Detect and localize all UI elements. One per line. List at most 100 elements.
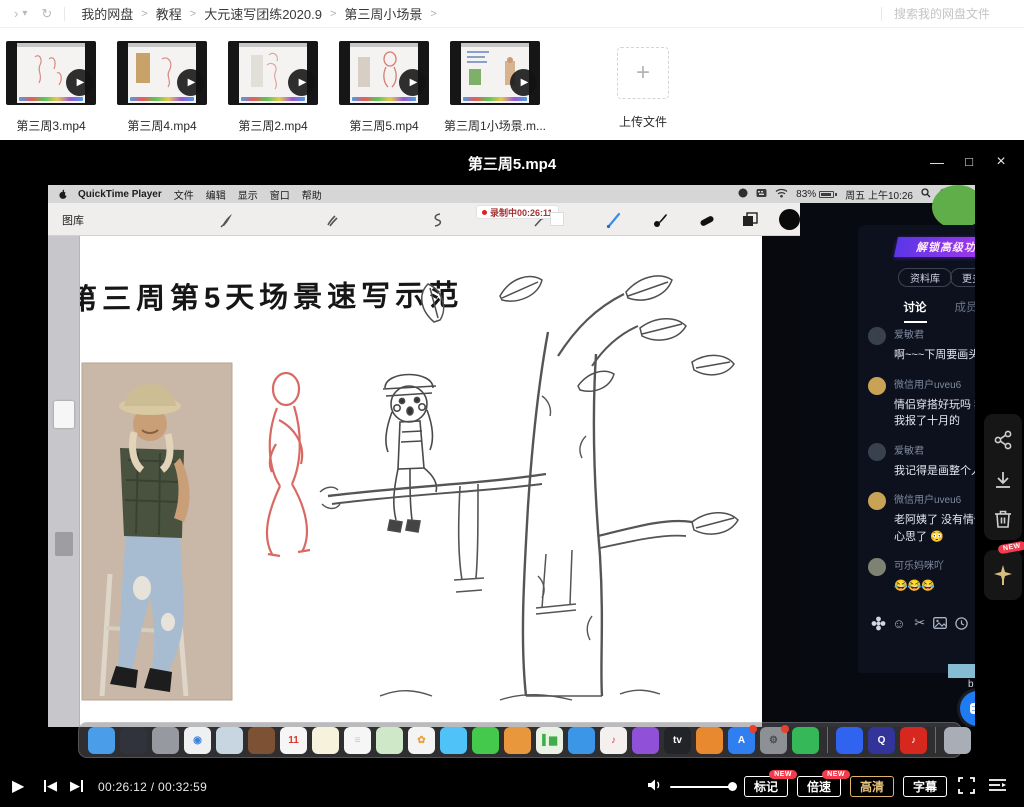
dock-numbers-icon[interactable]: ▌▆ (536, 727, 563, 754)
maximize-button[interactable]: □ (956, 150, 982, 174)
search-input[interactable] (894, 7, 1014, 21)
message-username[interactable]: 爱敏君 (894, 443, 975, 461)
squiggle-tool-icon[interactable] (426, 210, 448, 230)
breadcrumb-item-root[interactable]: 我的网盘 (81, 4, 133, 23)
subtitle-button[interactable]: 字幕 (903, 776, 947, 797)
dock-preview-icon[interactable] (216, 727, 243, 754)
forward-icon[interactable]: › (14, 6, 18, 21)
image-icon[interactable] (932, 615, 948, 631)
play-overlay-icon[interactable]: ▶ (177, 69, 204, 96)
ink-pen-tool-icon[interactable] (649, 210, 671, 230)
bell-icon[interactable] (974, 615, 975, 631)
plugin-flower-icon[interactable] (870, 615, 886, 631)
play-overlay-icon[interactable]: ▶ (399, 69, 426, 96)
avatar[interactable] (868, 558, 886, 576)
spotlight-icon[interactable] (921, 188, 931, 201)
dock-reminders-icon[interactable]: ≡ (344, 727, 371, 754)
file-item[interactable]: ▶ 第三周2.mp4 (228, 41, 318, 140)
scroll-handle[interactable] (948, 664, 975, 678)
dock-maps-icon[interactable] (376, 727, 403, 754)
premium-banner[interactable]: 解锁高级功能 (894, 237, 975, 257)
gallery-button[interactable]: 图库 (62, 212, 84, 228)
dock-music-icon[interactable]: ♪ (600, 727, 627, 754)
breadcrumb-item-1[interactable]: 教程 (156, 4, 182, 23)
message-username[interactable]: 爱敏君 (894, 327, 975, 345)
download-icon[interactable] (991, 468, 1015, 492)
tab-members[interactable]: 成员 (955, 299, 976, 323)
next-button[interactable]: ▶ (70, 778, 83, 794)
file-item[interactable]: ▶ 第三周3.mp4 (6, 41, 96, 140)
dock-podcasts-icon[interactable] (632, 727, 659, 754)
message-username[interactable]: 微信用户uveu6 (894, 377, 975, 395)
dock-messages-icon[interactable] (440, 727, 467, 754)
dock-system-preferences-icon[interactable]: ⚙ (760, 727, 787, 754)
file-name[interactable]: 第三周3.mp4 (16, 117, 85, 134)
drawing-canvas[interactable]: 第三周第5天场景速写示范 (80, 236, 762, 727)
dock-facetime-icon[interactable] (472, 727, 499, 754)
video-thumbnail[interactable]: ▶ (228, 41, 318, 105)
menu-view[interactable]: 显示 (238, 187, 258, 202)
close-button[interactable]: × (988, 150, 1014, 174)
volume-slider[interactable] (670, 786, 732, 788)
pen-tool-icon[interactable] (216, 210, 238, 230)
history-clock-icon[interactable] (953, 615, 969, 631)
dock-pages-icon[interactable] (504, 727, 531, 754)
minimize-button[interactable]: — (924, 150, 950, 174)
caret-down-icon[interactable]: ▾ (22, 8, 27, 19)
mark-button[interactable]: 标记NEW (744, 776, 788, 797)
status-circle-icon[interactable] (738, 188, 748, 201)
dock-trash-icon[interactable] (944, 727, 971, 754)
strip-thumbnail[interactable] (55, 532, 73, 556)
emoji-icon[interactable]: ☺ (891, 615, 907, 631)
playlist-icon[interactable] (988, 777, 1007, 798)
volume-slider-handle[interactable] (728, 782, 737, 791)
highlighter-tool-icon[interactable] (321, 210, 343, 230)
avatar[interactable] (868, 492, 886, 510)
dock-quicktime-icon[interactable]: Q (868, 727, 895, 754)
speed-button[interactable]: 倍速NEW (797, 776, 841, 797)
dock-safari-icon[interactable]: ◉ (184, 727, 211, 754)
file-item[interactable]: ▶ 第三周4.mp4 (117, 41, 207, 140)
menu-help[interactable]: 帮助 (302, 187, 322, 202)
share-icon[interactable] (991, 428, 1015, 452)
file-name[interactable]: 第三周1小场景.m... (444, 117, 546, 134)
scissors-icon[interactable]: ✂ (912, 615, 928, 631)
file-name[interactable]: 第三周5.mp4 (349, 117, 418, 134)
brush-tool-icon[interactable] (603, 210, 625, 230)
dock-photos-icon[interactable]: ✿ (408, 727, 435, 754)
shapes-tool-icon[interactable] (739, 210, 761, 230)
library-button[interactable]: 资料库 (898, 268, 952, 287)
previous-button[interactable]: ◀ (44, 778, 57, 794)
video-thumbnail[interactable]: ▶ (450, 41, 540, 105)
dock-siri-icon[interactable] (120, 727, 147, 754)
refresh-icon[interactable]: ↻ (41, 6, 52, 22)
menu-window[interactable]: 窗口 (270, 187, 290, 202)
breadcrumb-item-3[interactable]: 第三周小场景 (344, 4, 422, 23)
strip-thumbnail[interactable] (54, 401, 74, 428)
wifi-icon[interactable] (775, 188, 788, 201)
volume-icon[interactable] (646, 777, 664, 798)
message-username[interactable]: 微信用户uveu6 (894, 492, 975, 510)
dock-app-store-icon[interactable]: A (728, 727, 755, 754)
avatar[interactable] (868, 377, 886, 395)
video-thumbnail[interactable]: ▶ (339, 41, 429, 105)
white-swatch[interactable] (550, 212, 564, 226)
play-overlay-icon[interactable]: ▶ (510, 69, 537, 96)
dock-launchpad-icon[interactable] (152, 727, 179, 754)
message-username[interactable]: 可乐妈咪吖 (894, 558, 975, 576)
play-overlay-icon[interactable]: ▶ (66, 69, 93, 96)
dock-wechat-icon[interactable] (792, 727, 819, 754)
dock-blue-social-icon[interactable] (836, 727, 863, 754)
avatar[interactable] (868, 327, 886, 345)
play-button[interactable]: ▶ (12, 776, 24, 796)
delete-icon[interactable] (991, 507, 1015, 531)
keyboard-icon[interactable] (756, 188, 767, 201)
menu-edit[interactable]: 编辑 (206, 187, 226, 202)
tab-discussion[interactable]: 讨论 (904, 299, 927, 323)
dock-notes-icon[interactable] (312, 727, 339, 754)
file-name[interactable]: 第三周4.mp4 (127, 117, 196, 134)
video-thumbnail[interactable]: ▶ (6, 41, 96, 105)
hd-button[interactable]: 高清 (850, 776, 894, 797)
breadcrumb-item-2[interactable]: 大元速写团练2020.9 (204, 4, 322, 23)
upload-button[interactable]: + (617, 47, 669, 99)
